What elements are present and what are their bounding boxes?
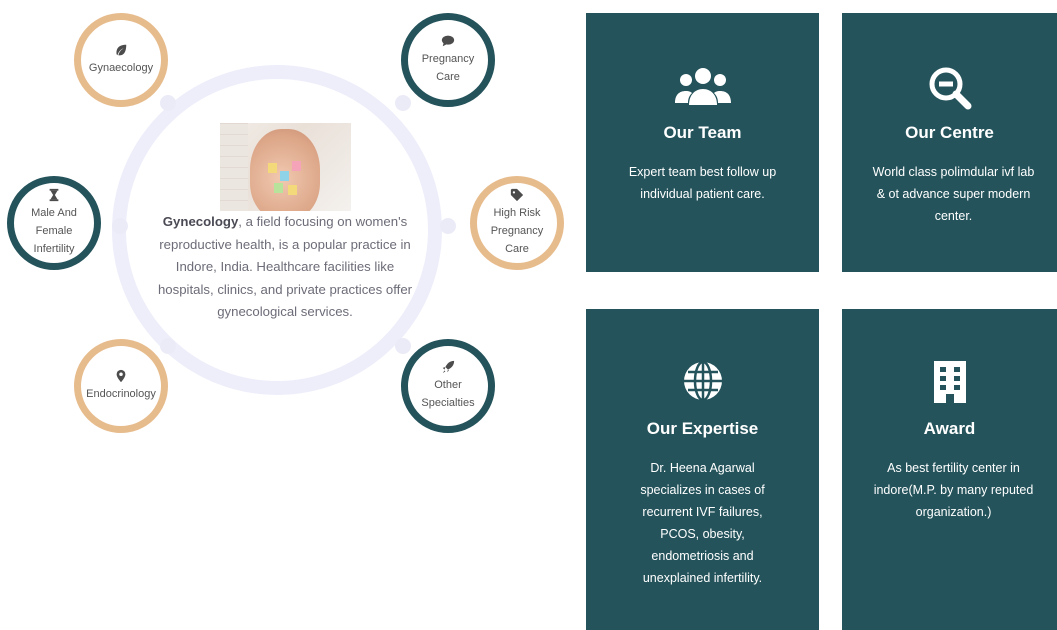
center-description: Gynecology, a field focusing on women's …: [148, 211, 422, 324]
search-minus-icon: [842, 65, 1057, 111]
leaf-icon: [114, 43, 128, 57]
node-label: Pregnancy Care: [421, 53, 475, 83]
node-label: Gynaecology: [88, 62, 154, 74]
center-description-bold: Gynecology: [162, 214, 239, 229]
orbit-dot: [160, 338, 176, 354]
card-our-expertise: Our Expertise Dr. Heena Agarwal speciali…: [586, 309, 819, 630]
card-text: Expert team best follow up individual pa…: [628, 165, 777, 201]
node-high-risk-pregnancy[interactable]: High Risk Pregnancy Care: [470, 176, 564, 270]
card-title: Award: [923, 419, 976, 438]
node-label: Male And Female Infertility: [31, 207, 77, 255]
speech-bubble-icon: [441, 34, 455, 48]
node-pregnancy-care[interactable]: Pregnancy Care: [401, 13, 495, 107]
pregnancy-photo: [220, 123, 351, 211]
tag-icon: [510, 188, 524, 202]
orbit-dot: [395, 95, 411, 111]
card-our-centre: Our Centre World class polimdular ivf la…: [842, 13, 1057, 272]
map-pin-icon: [114, 369, 128, 383]
card-title: Our Team: [663, 123, 742, 142]
card-our-team: Our Team Expert team best follow up indi…: [586, 13, 819, 272]
card-text: Dr. Heena Agarwal specializes in cases o…: [640, 461, 765, 585]
orbit-dot: [395, 338, 411, 354]
rocket-icon: [441, 360, 455, 374]
users-icon: [586, 65, 819, 107]
globe-icon: [586, 359, 819, 403]
card-award: Award As best fertility center in indore…: [842, 309, 1057, 630]
node-gynaecology[interactable]: Gynaecology: [74, 13, 168, 107]
node-infertility[interactable]: Male And Female Infertility: [7, 176, 101, 270]
orbit-dot: [440, 218, 456, 234]
card-title: Our Expertise: [646, 419, 759, 438]
building-icon: [842, 359, 1057, 405]
hourglass-icon: [47, 188, 61, 202]
card-text: World class polimdular ivf lab & ot adva…: [872, 165, 1035, 223]
node-label: High Risk Pregnancy Care: [490, 207, 544, 255]
node-label: Endocrinology: [86, 388, 156, 400]
card-text: As best fertility center in indore(M.P. …: [873, 461, 1034, 519]
node-label: Other Specialties: [421, 379, 475, 409]
orbit-dot: [112, 218, 128, 234]
center-description-text: , a field focusing on women's reproducti…: [157, 214, 413, 319]
card-title: Our Centre: [905, 123, 994, 142]
orbit-dot: [160, 95, 176, 111]
node-endocrinology[interactable]: Endocrinology: [74, 339, 168, 433]
node-other-specialties[interactable]: Other Specialties: [401, 339, 495, 433]
